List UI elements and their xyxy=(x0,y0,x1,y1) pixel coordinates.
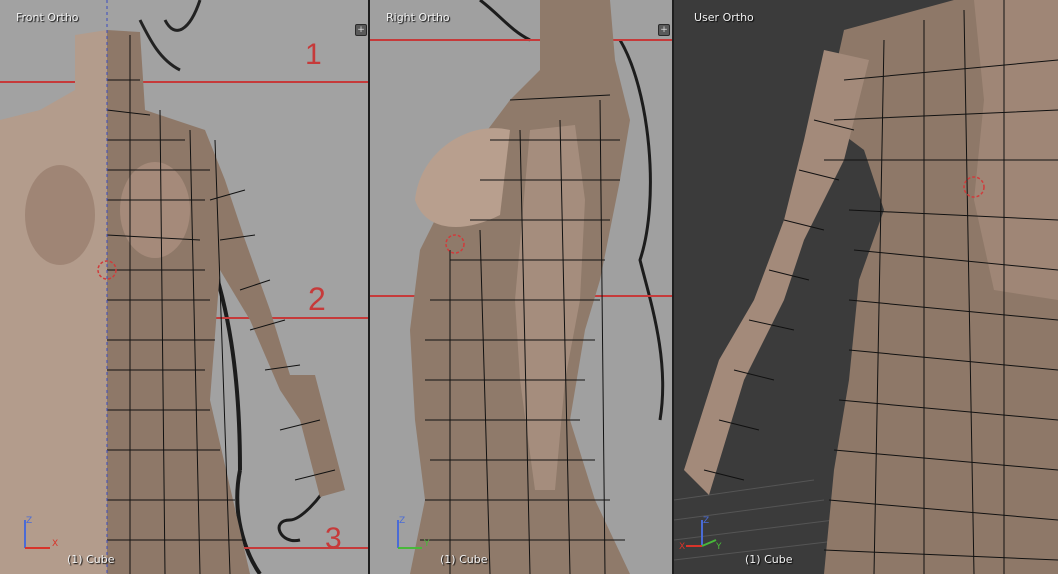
active-object-label: (1) Cube xyxy=(67,553,115,566)
viewport-title: Front Ortho xyxy=(16,11,79,24)
viewport-right-ortho[interactable]: Z Y + Right Ortho (1) Cube xyxy=(370,0,672,574)
svg-text:Y: Y xyxy=(715,542,722,552)
active-object-label: (1) Cube xyxy=(440,553,488,566)
guide-mark-2: 2 xyxy=(308,281,326,317)
user-ortho-canvas[interactable]: Z X Y xyxy=(674,0,1058,574)
guide-mark-3: 3 xyxy=(325,522,342,555)
active-object-label: (1) Cube xyxy=(745,553,793,566)
viewport-title: User Ortho xyxy=(694,11,754,24)
svg-text:Z: Z xyxy=(399,516,405,526)
viewport-front-ortho[interactable]: 1 2 3 Z X + Front Ortho (1) Cube xyxy=(0,0,368,574)
viewport-user-ortho[interactable]: Z X Y User Ortho (1) Cube xyxy=(674,0,1058,574)
right-ortho-canvas[interactable]: Z Y xyxy=(370,0,672,574)
viewport-title: Right Ortho xyxy=(386,11,450,24)
svg-text:X: X xyxy=(679,542,685,552)
guide-mark-1: 1 xyxy=(305,38,322,71)
svg-text:Y: Y xyxy=(423,539,430,549)
svg-text:X: X xyxy=(52,539,58,549)
viewport-split-icon[interactable]: + xyxy=(658,24,670,36)
front-ortho-canvas[interactable]: 1 2 3 Z X xyxy=(0,0,368,574)
viewport-split-icon[interactable]: + xyxy=(355,24,367,36)
svg-text:Z: Z xyxy=(703,516,709,526)
svg-text:Z: Z xyxy=(26,516,32,526)
